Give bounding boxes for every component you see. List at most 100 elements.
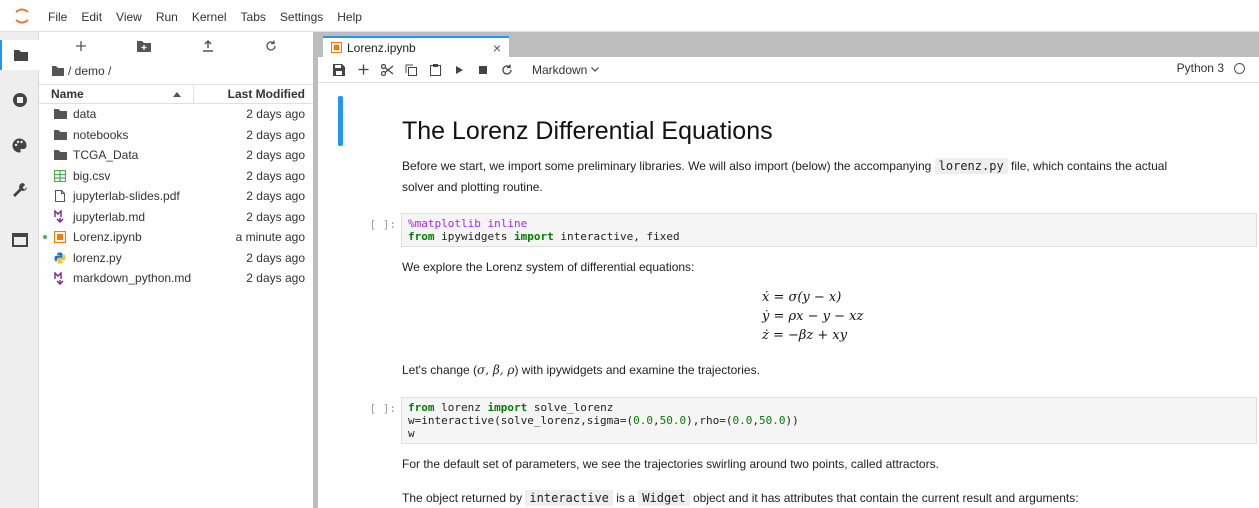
- column-header-modified[interactable]: Last Modified: [194, 87, 313, 101]
- code-editor[interactable]: %matplotlib inline from ipywidgets impor…: [401, 213, 1257, 247]
- equation: ż = −βz + xy: [762, 328, 848, 343]
- save-button[interactable]: [328, 59, 350, 81]
- markdown-icon: [53, 210, 67, 224]
- restart-button[interactable]: [496, 59, 518, 81]
- cut-button[interactable]: [376, 59, 398, 81]
- file-modified: 2 days ago: [246, 250, 305, 265]
- breadcrumb-path[interactable]: / demo /: [68, 64, 111, 78]
- file-row[interactable]: big.csv 2 days ago: [39, 166, 313, 187]
- file-row[interactable]: data 2 days ago: [39, 104, 313, 125]
- folder-icon[interactable]: [0, 40, 39, 70]
- equation: ẏ = ρx − y − xz: [762, 309, 864, 324]
- kernel-status-icon: [1234, 62, 1245, 74]
- folder-icon: [53, 128, 67, 142]
- run-button[interactable]: [448, 59, 470, 81]
- insert-cell-button[interactable]: [352, 59, 374, 81]
- menu-kernel[interactable]: Kernel: [192, 7, 227, 24]
- notebook-toolbar: Markdown Python 3: [318, 57, 1259, 83]
- upload-button[interactable]: [193, 35, 223, 57]
- column-header-name[interactable]: Name: [39, 85, 194, 103]
- file-row[interactable]: notebooks 2 days ago: [39, 125, 313, 146]
- paste-button[interactable]: [424, 59, 446, 81]
- markdown-cell-returned[interactable]: The object returned by interactive is a …: [402, 488, 1242, 508]
- file-row[interactable]: lorenz.py 2 days ago: [39, 248, 313, 269]
- inline-code: lorenz.py: [934, 158, 1008, 174]
- file-row[interactable]: jupyterlab-slides.pdf 2 days ago: [39, 186, 313, 207]
- python-icon: [53, 251, 67, 265]
- file-modified: 2 days ago: [246, 168, 305, 183]
- file-name: jupyterlab-slides.pdf: [73, 189, 180, 204]
- file-name: lorenz.py: [73, 250, 122, 265]
- kernel-name: Python 3: [1176, 61, 1224, 75]
- code-editor[interactable]: from lorenz import solve_lorenz w=intera…: [401, 397, 1257, 444]
- file-browser: / demo / Name Last Modified data 2 days …: [39, 32, 313, 508]
- file-row[interactable]: Lorenz.ipynb a minute ago: [39, 227, 313, 248]
- folder-icon: [53, 148, 67, 162]
- notebook-title: The Lorenz Differential Equations: [402, 117, 773, 145]
- file-row[interactable]: markdown_python.md 2 days ago: [39, 268, 313, 289]
- file-modified: 2 days ago: [246, 271, 305, 286]
- inline-code: Widget: [638, 490, 690, 506]
- file-name: big.csv: [73, 168, 111, 183]
- inline-code: interactive: [525, 490, 613, 506]
- file-list-header: Name Last Modified: [39, 84, 313, 104]
- file-modified: a minute ago: [235, 230, 305, 245]
- new-launcher-button[interactable]: [66, 35, 96, 57]
- running-indicator: [43, 235, 47, 239]
- menu-tabs[interactable]: Tabs: [241, 7, 266, 24]
- notebook-icon: [53, 230, 67, 244]
- wrench-icon[interactable]: [0, 175, 39, 205]
- close-icon[interactable]: ×: [493, 40, 501, 56]
- active-cell-marker: [338, 96, 343, 146]
- file-modified: 2 days ago: [246, 127, 305, 142]
- menu-bar: File Edit View Run Kernel Tabs Settings …: [0, 0, 1259, 32]
- cell-prompt: [ ]:: [369, 218, 397, 231]
- equation: ẋ = σ(y − x): [762, 290, 842, 305]
- new-folder-button[interactable]: [129, 35, 159, 57]
- breadcrumb: / demo /: [39, 60, 313, 82]
- file-icon: [53, 189, 67, 203]
- markdown-cell-explore[interactable]: We explore the Lorenz system of differen…: [402, 257, 1242, 278]
- cell-type-dropdown[interactable]: Markdown: [532, 63, 600, 77]
- file-name: notebooks: [73, 127, 129, 142]
- notebook-content[interactable]: The Lorenz Differential Equations Before…: [318, 83, 1259, 508]
- spreadsheet-icon: [53, 169, 67, 183]
- file-name: markdown_python.md: [73, 271, 192, 286]
- menu-run[interactable]: Run: [156, 7, 178, 24]
- menu-file[interactable]: File: [48, 7, 67, 24]
- menu-settings[interactable]: Settings: [280, 7, 323, 24]
- tabs-icon[interactable]: [0, 225, 39, 255]
- activity-bar: [0, 32, 39, 508]
- file-name: jupyterlab.md: [73, 209, 146, 224]
- stop-button[interactable]: [472, 59, 494, 81]
- file-modified: 2 days ago: [246, 148, 305, 163]
- palette-icon[interactable]: [0, 130, 39, 160]
- notebook-icon: [331, 42, 342, 53]
- equations-block: ẋ = σ(y − x) ẏ = ρx − y − xz ż = −βz + x…: [762, 288, 863, 345]
- menu-edit[interactable]: Edit: [81, 7, 102, 24]
- tab-bar: Lorenz.ipynb ×: [318, 32, 1259, 57]
- tab-lorenz-notebook[interactable]: Lorenz.ipynb ×: [323, 36, 509, 57]
- running-icon[interactable]: [0, 85, 39, 115]
- cell-prompt: [ ]:: [369, 402, 397, 415]
- copy-button[interactable]: [400, 59, 422, 81]
- markdown-icon: [53, 271, 67, 285]
- file-modified: 2 days ago: [246, 107, 305, 122]
- kernel-indicator[interactable]: Python 3: [1177, 61, 1245, 75]
- main-area: Lorenz.ipynb × Markdown Python 3 The Lor…: [318, 32, 1259, 508]
- refresh-button[interactable]: [256, 35, 286, 57]
- file-browser-toolbar: [39, 32, 313, 60]
- file-row[interactable]: TCGA_Data 2 days ago: [39, 145, 313, 166]
- menu-help[interactable]: Help: [337, 7, 362, 24]
- file-row[interactable]: jupyterlab.md 2 days ago: [39, 207, 313, 228]
- chevron-down-icon: [591, 67, 600, 72]
- file-modified: 2 days ago: [246, 189, 305, 204]
- markdown-cell-change[interactable]: Let's change (σ, β, ρ) with ipywidgets a…: [402, 360, 1242, 381]
- folder-icon: [53, 107, 67, 121]
- tab-label: Lorenz.ipynb: [347, 40, 416, 55]
- menu-view[interactable]: View: [116, 7, 142, 24]
- folder-icon[interactable]: [52, 66, 64, 76]
- markdown-cell-default[interactable]: For the default set of parameters, we se…: [402, 454, 1242, 475]
- file-name: data: [73, 107, 97, 122]
- markdown-cell-intro[interactable]: Before we start, we import some prelimin…: [402, 156, 1242, 198]
